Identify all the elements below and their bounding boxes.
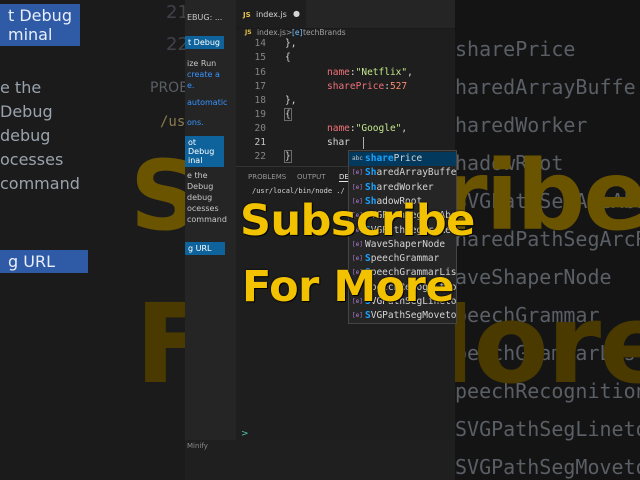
suggestion-label: SharedArrayBuffe [365, 167, 457, 179]
text-cursor [363, 137, 364, 149]
line-number: 22 [254, 151, 266, 162]
line-number: 19 [254, 109, 266, 120]
for-more-overlay-text: For More [242, 262, 455, 312]
tab-output[interactable]: OUTPUT [297, 173, 326, 181]
suggestion-label: sharePrice [365, 153, 423, 164]
bg-url-button: g URL [0, 250, 88, 273]
variable-icon: [e] [352, 169, 363, 177]
variable-icon: [e] [352, 183, 363, 191]
suggestion-item[interactable]: [e] SharedWorker [349, 181, 456, 195]
variable-icon: [e] [352, 312, 363, 320]
code-line: }, [285, 95, 297, 106]
bg-prob: PROB [150, 80, 189, 96]
line-number: 16 [254, 67, 266, 78]
subscribe-overlay-text: Subscribe [240, 196, 475, 246]
bg-path: /us [160, 114, 186, 130]
bg-debug-button: t Debug minal [0, 4, 80, 46]
chevron-right-icon[interactable]: > [241, 429, 249, 439]
text-word-icon: abc [352, 155, 363, 162]
line-number: 15 [254, 52, 266, 63]
tab-problems[interactable]: PROBLEMS [248, 173, 286, 181]
code-line: }, [285, 38, 297, 49]
code-line: sharePrice:527 [327, 81, 408, 92]
bg-text-block: e the Debug debug ocesses command [0, 78, 80, 193]
suggestion-item[interactable]: abc sharePrice [349, 152, 456, 167]
line-number: 14 [254, 38, 266, 49]
line-number: 20 [254, 123, 266, 134]
minify-label: Minify [187, 442, 208, 450]
code-line: name:"Netflix", [327, 67, 413, 78]
debug-url-button[interactable]: g URL [185, 242, 225, 255]
code-editor[interactable]: 14 }, 15 { 16 name:"Netflix", 17 sharePr… [185, 0, 455, 166]
bg-right-list: sharePrice haredArrayBuffe haredWorker h… [455, 37, 640, 479]
suggestion-item[interactable]: [e] SharedArrayBuffe [349, 166, 456, 180]
line-number-current: 21 [254, 137, 266, 148]
matched-bracket: { [284, 108, 292, 121]
matched-bracket: } [284, 150, 292, 163]
suggestion-label: SharedWorker [365, 181, 434, 193]
line-number: 18 [254, 95, 266, 106]
sidebar-text-2: e the Debug debug ocesses command [187, 171, 227, 224]
code-line: name:"Google", [327, 123, 408, 134]
line-number: 17 [254, 81, 266, 92]
terminal-command: /usr/local/bin/node ./ [252, 187, 345, 195]
bottom-bar: Minify [185, 440, 455, 480]
typed-text: shar [327, 137, 350, 148]
code-line: { [285, 52, 291, 63]
